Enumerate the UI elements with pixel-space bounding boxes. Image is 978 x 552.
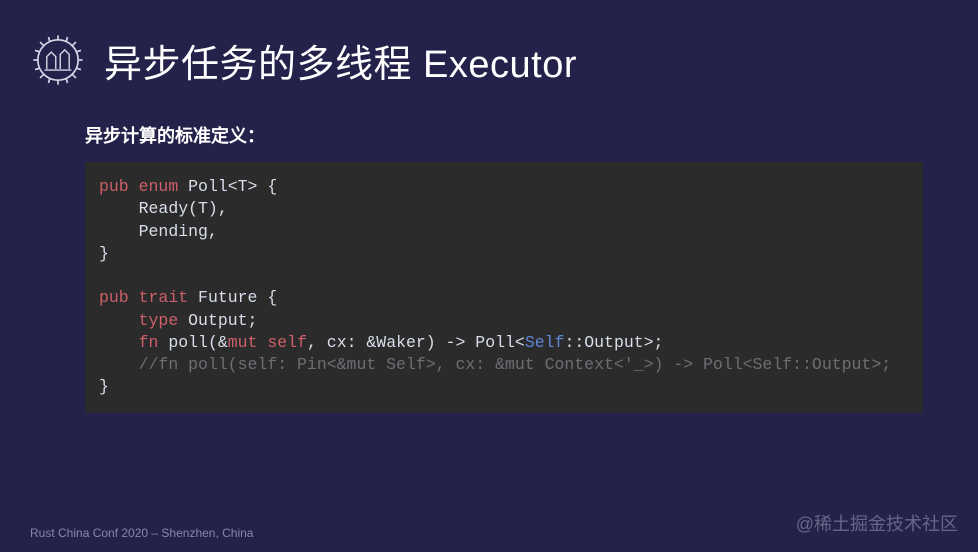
trait-name-future: Future { <box>198 288 277 307</box>
watermark-text: @稀土掘金技术社区 <box>796 510 958 536</box>
keyword-type: type <box>139 311 179 330</box>
code-block: pub enum Poll<T> { Ready(T), Pending, } … <box>85 162 923 413</box>
slide-header: 异步任务的多线程 Executor <box>0 0 978 88</box>
self-type: Self <box>525 333 565 352</box>
keyword-self: self <box>267 333 307 352</box>
type-name-poll: Poll <box>188 177 228 196</box>
fn-sig-part1: , cx: &Waker) -> Poll< <box>307 333 525 352</box>
keyword-trait: trait <box>139 288 189 307</box>
keyword-enum: enum <box>139 177 179 196</box>
assoc-type-output: Output <box>188 311 247 330</box>
paren-amp: (& <box>208 333 228 352</box>
keyword-mut: mut <box>228 333 258 352</box>
comment-line: //fn poll(self: Pin<&mut Self>, cx: &mut… <box>139 355 892 374</box>
section-subtitle: 异步计算的标准定义： <box>85 122 978 148</box>
keyword-fn: fn <box>139 333 159 352</box>
semicolon: ; <box>248 311 258 330</box>
footer-text: Rust China Conf 2020 – Shenzhen, China <box>30 526 253 540</box>
keyword-pub: pub <box>99 177 129 196</box>
variant-ready: Ready(T), <box>139 199 228 218</box>
fn-sig-part2: ::Output>; <box>564 333 663 352</box>
generic-brace: <T> { <box>228 177 278 196</box>
variant-pending: Pending, <box>139 222 218 241</box>
close-brace2: } <box>99 377 109 396</box>
slide-title: 异步任务的多线程 Executor <box>104 33 577 88</box>
close-brace: } <box>99 244 109 263</box>
fn-name-poll: poll <box>168 333 208 352</box>
keyword-pub2: pub <box>99 288 129 307</box>
gear-logo-icon <box>30 32 86 88</box>
